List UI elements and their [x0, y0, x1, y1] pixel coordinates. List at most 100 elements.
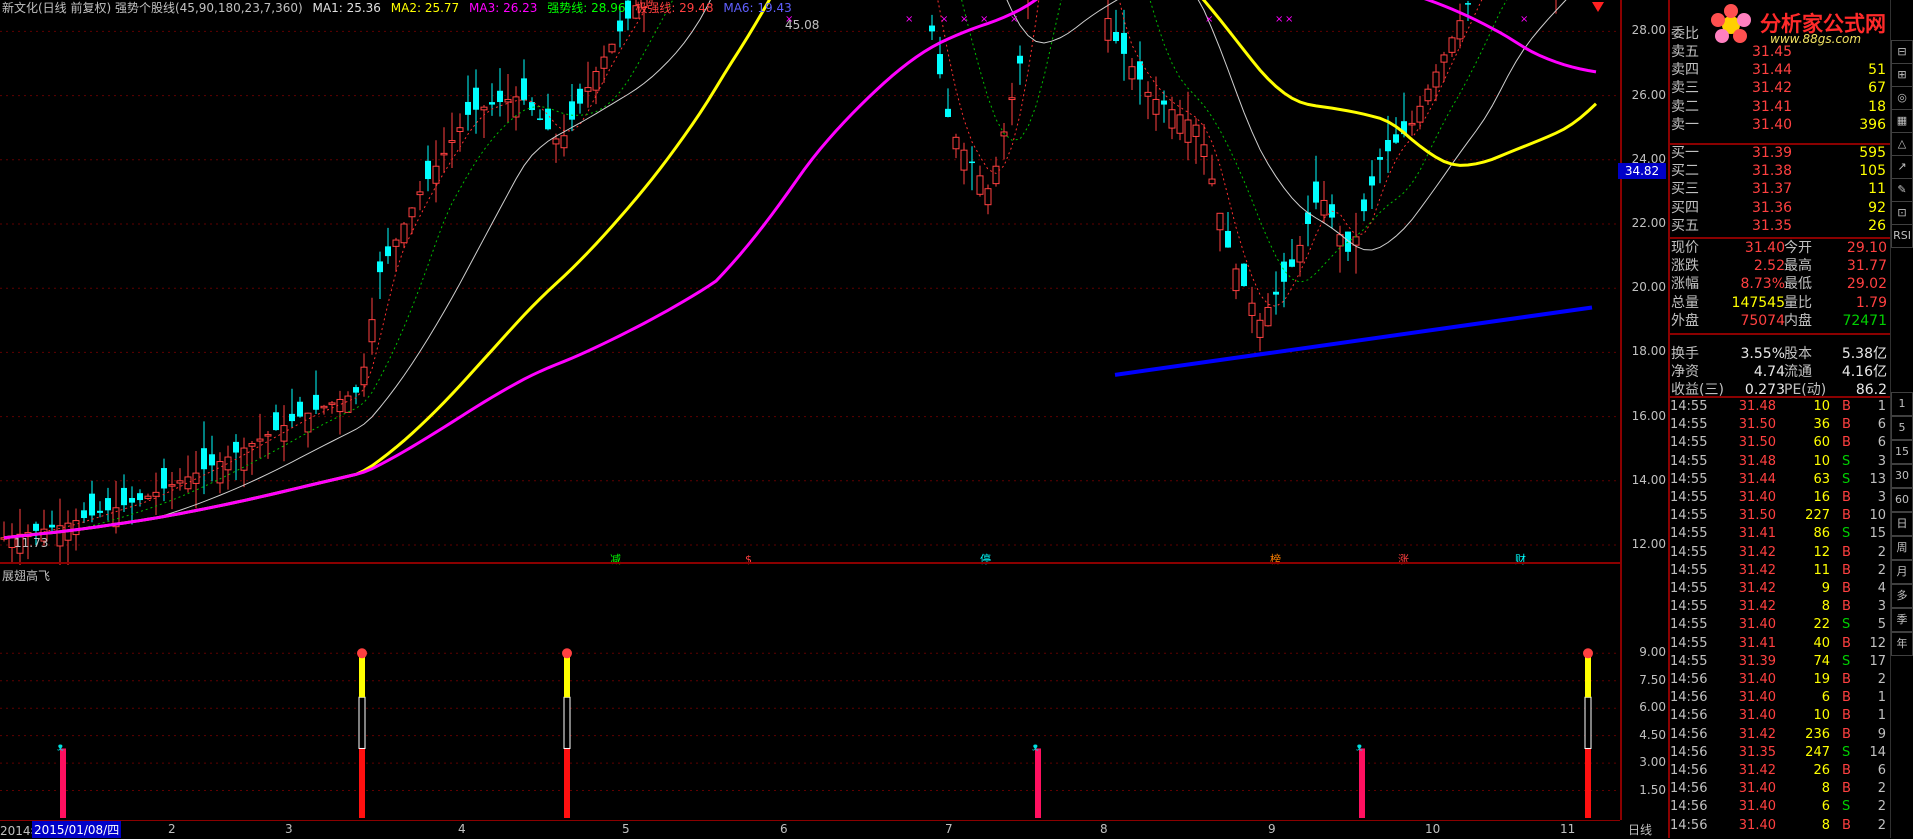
trade-time: 14:56 [1670, 744, 1708, 760]
candle-down [289, 413, 295, 422]
order-label: 卖二 [1671, 98, 1699, 115]
order-label: 卖一 [1671, 116, 1699, 133]
quote-value: 29.02 [1846, 276, 1887, 293]
separator [1668, 333, 1890, 335]
trade-time: 14:56 [1670, 799, 1708, 815]
candle-down [577, 88, 583, 104]
period-button[interactable]: 日 [1891, 512, 1913, 536]
trade-count: 2 [1877, 562, 1886, 578]
order-volume: 396 [1859, 116, 1886, 133]
x-tick-label: 2 [168, 822, 176, 836]
candle-down [497, 90, 503, 103]
trade-side: B [1842, 399, 1851, 414]
trade-time: 14:56 [1670, 763, 1708, 778]
price-chart[interactable]: × × × × × × × × × ×减 $ 停榜涨财 [0, 0, 1620, 565]
candle-down [209, 454, 215, 466]
fund-label: 股本 [1784, 346, 1812, 362]
candle-up [1208, 178, 1216, 185]
tool-button-icon[interactable]: ↗ [1891, 155, 1913, 179]
x-tick-label: 8 [1100, 822, 1108, 836]
trade-count: 5 [1877, 617, 1886, 633]
tool-button-icon[interactable]: ✎ [1891, 178, 1913, 202]
candle-down [385, 246, 391, 257]
order-volume: 26 [1868, 217, 1886, 234]
trade-count: 10 [1869, 508, 1886, 524]
trade-time: 14:56 [1670, 726, 1708, 742]
period-button[interactable]: 1 [1891, 392, 1913, 416]
trade-side: S [1842, 453, 1851, 469]
candle-down [1377, 157, 1383, 160]
candle-down [473, 87, 479, 110]
tool-button-icon[interactable]: ◎ [1891, 86, 1913, 110]
tool-button-icon[interactable]: ⊟ [1891, 40, 1913, 64]
period-button[interactable]: 30 [1891, 464, 1913, 488]
candle-down [97, 510, 103, 513]
low-price-label: 11.73 [14, 536, 49, 550]
trade-count: 2 [1877, 672, 1886, 687]
indicator-chart[interactable]: ᴥᴥᴥ [0, 565, 1620, 820]
period-tab[interactable]: 日线 [1628, 821, 1652, 838]
candle-up [1232, 268, 1240, 292]
period-button[interactable]: 季 [1891, 608, 1913, 632]
period-button[interactable]: 周 [1891, 536, 1913, 560]
candle-down [1121, 32, 1127, 54]
trade-count: 2 [1877, 544, 1886, 560]
signal-bar [1035, 748, 1041, 818]
trade-price: 31.42 [1738, 763, 1776, 778]
period-button[interactable]: 15 [1891, 440, 1913, 464]
trade-count: 6 [1877, 435, 1886, 451]
trade-side: S [1842, 744, 1851, 760]
signal-bar [1359, 748, 1365, 818]
order-price: 31.42 [1752, 80, 1793, 97]
trade-volume: 63 [1813, 471, 1830, 487]
trade-time: 14:55 [1670, 544, 1708, 560]
quote-value: 1.79 [1855, 294, 1887, 311]
candle-up [1104, 18, 1112, 41]
candle-down [1313, 181, 1319, 203]
trade-side: B [1842, 544, 1851, 560]
trade-volume: 60 [1813, 435, 1830, 451]
trade-time: 14:56 [1670, 690, 1708, 706]
flower-signal-icon [357, 648, 367, 659]
y-tick-label: 22.00 [1631, 216, 1666, 230]
order-price: 31.40 [1752, 116, 1793, 133]
order-price: 31.38 [1752, 163, 1793, 180]
candle-down [89, 493, 95, 516]
star-marker: × [1205, 14, 1213, 25]
flower-signal-icon [1583, 648, 1593, 659]
butterfly-signal-icon: ᴥ [57, 740, 64, 753]
period-button[interactable]: 多 [1891, 584, 1913, 608]
candle-up [344, 395, 352, 413]
trade-volume: 16 [1813, 490, 1830, 505]
period-button[interactable]: 月 [1891, 560, 1913, 584]
trade-volume: 8 [1821, 817, 1830, 833]
candle-up [400, 223, 408, 244]
quote-label: 内盘 [1784, 312, 1812, 329]
star-marker: × [1520, 14, 1528, 25]
strong-line-value: 强势线: 28.96 [547, 1, 626, 15]
candle-down [489, 102, 495, 105]
tool-button-icon[interactable]: △ [1891, 132, 1913, 156]
trade-side: B [1842, 817, 1851, 833]
signal-bar-mid [1584, 696, 1592, 749]
period-button[interactable]: 60 [1891, 488, 1913, 512]
tool-button-icon[interactable]: ▦ [1891, 109, 1913, 133]
candle-up [504, 98, 512, 103]
tool-button-icon[interactable]: ⊡ [1891, 201, 1913, 225]
candle-down [1361, 199, 1367, 212]
x-tick-label: 7 [945, 822, 953, 836]
x-tick-label: 11 [1560, 822, 1576, 836]
x-axis [0, 820, 1620, 839]
trade-time: 14:55 [1670, 562, 1708, 578]
trade-count: 2 [1877, 781, 1886, 797]
candle-up [224, 456, 232, 471]
period-button[interactable]: 年 [1891, 632, 1913, 656]
trade-price: 31.35 [1738, 744, 1776, 760]
trade-side: B [1842, 763, 1851, 778]
tool-button-icon[interactable]: ⊞ [1891, 63, 1913, 87]
trade-volume: 36 [1813, 417, 1830, 433]
signal-bar-top [564, 653, 570, 698]
period-button[interactable]: 5 [1891, 416, 1913, 440]
tool-button-icon[interactable]: RSI [1891, 224, 1913, 248]
indicator-y-tick-label: 7.50 [1639, 672, 1666, 687]
